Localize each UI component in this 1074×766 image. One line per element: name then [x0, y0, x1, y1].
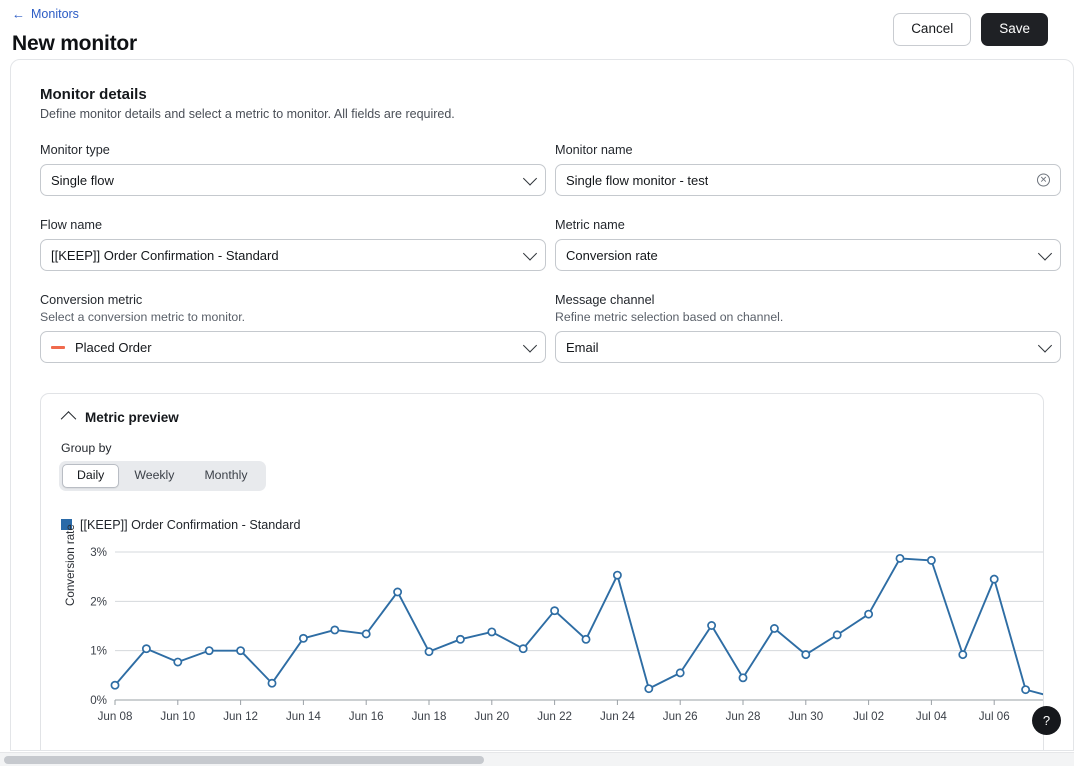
conversion-metric-value: Placed Order: [75, 340, 152, 355]
svg-text:Jun 14: Jun 14: [286, 710, 321, 723]
svg-text:3%: 3%: [90, 546, 107, 559]
field-message-channel: Message channel Refine metric selection …: [555, 293, 1061, 363]
top-actions: Cancel Save: [893, 13, 1048, 46]
field-conversion-metric: Conversion metric Select a conversion me…: [40, 293, 546, 363]
message-channel-value: Email: [566, 340, 599, 355]
chevron-down-icon: [1038, 338, 1052, 352]
svg-text:Jun 12: Jun 12: [223, 710, 258, 723]
monitor-name-input[interactable]: Single flow monitor - test ✕: [555, 164, 1061, 196]
monitor-form: Monitor type Single flow Monitor name Si…: [40, 143, 1055, 385]
field-label-flow-name: Flow name: [40, 218, 546, 232]
field-flow-name: Flow name [[KEEP]] Order Confirmation - …: [40, 218, 546, 271]
cancel-button[interactable]: Cancel: [893, 13, 971, 46]
group-by-label: Group by: [61, 441, 1025, 455]
svg-text:Jun 18: Jun 18: [412, 710, 447, 723]
chart-legend: [[KEEP]] Order Confirmation - Standard: [61, 518, 1025, 532]
field-label-monitor-name: Monitor name: [555, 143, 1061, 157]
legend-label: [[KEEP]] Order Confirmation - Standard: [80, 518, 300, 532]
breadcrumb-monitors-link[interactable]: ← Monitors: [12, 8, 79, 21]
chevron-down-icon: [523, 246, 537, 260]
svg-text:Jul 04: Jul 04: [916, 710, 947, 723]
svg-text:Jun 28: Jun 28: [726, 710, 761, 723]
breadcrumb-label: Monitors: [31, 8, 79, 21]
svg-text:Jun 08: Jun 08: [98, 710, 133, 723]
metric-name-value: Conversion rate: [566, 248, 658, 263]
monitor-type-select[interactable]: Single flow: [40, 164, 546, 196]
svg-text:Jun 10: Jun 10: [160, 710, 195, 723]
conversion-rate-chart: Conversion rate 0%1%2%3%Jun 08Jun 10Jun …: [59, 542, 1025, 738]
chevron-down-icon: [1038, 246, 1052, 260]
field-help-conversion-metric: Select a conversion metric to monitor.: [40, 310, 546, 324]
svg-text:Jun 26: Jun 26: [663, 710, 698, 723]
svg-text:0%: 0%: [90, 694, 107, 707]
monitor-name-value: Single flow monitor - test: [566, 173, 708, 188]
horizontal-scrollbar[interactable]: [0, 752, 1074, 766]
metric-preview-toggle[interactable]: Metric preview: [59, 410, 1025, 425]
chart-canvas: 0% 1% 2% 3% Jun 08 Jun 10 Jun 12 Jun 14 Jun 16 Ju…: [59, 542, 1044, 738]
top-bar: ← Monitors New monitor Cancel Save: [0, 0, 1074, 58]
chevron-down-icon: [523, 171, 537, 185]
svg-text:Jun 16: Jun 16: [349, 710, 384, 723]
monitor-details-card: Monitor details Define monitor details a…: [10, 59, 1074, 751]
chevron-down-icon: [523, 338, 537, 352]
svg-text:Jun 24: Jun 24: [600, 710, 635, 723]
svg-text:Jul 06: Jul 06: [979, 710, 1010, 723]
monitor-type-value: Single flow: [51, 173, 114, 188]
chevron-up-icon: [61, 411, 77, 427]
svg-text:1%: 1%: [90, 645, 107, 658]
flow-name-select[interactable]: [[KEEP]] Order Confirmation - Standard: [40, 239, 546, 271]
metric-name-select[interactable]: Conversion rate: [555, 239, 1061, 271]
field-label-metric-name: Metric name: [555, 218, 1061, 232]
group-by-option-monthly[interactable]: Monthly: [189, 464, 262, 488]
metric-preview-panel: Metric preview Group by Daily Weekly Mon…: [40, 393, 1044, 751]
save-button[interactable]: Save: [981, 13, 1048, 46]
group-by-segmented-control[interactable]: Daily Weekly Monthly: [59, 461, 266, 491]
svg-text:Jun 22: Jun 22: [537, 710, 572, 723]
svg-text:2%: 2%: [90, 595, 107, 608]
scrollbar-thumb[interactable]: [4, 756, 484, 764]
back-arrow-icon: ←: [12, 8, 25, 21]
chart-y-axis-title: Conversion rate: [64, 524, 77, 606]
field-help-message-channel: Refine metric selection based on channel…: [555, 310, 1061, 324]
field-metric-name: Metric name Conversion rate: [555, 218, 1061, 271]
clear-icon[interactable]: ✕: [1037, 174, 1050, 187]
metric-preview-title: Metric preview: [85, 410, 179, 425]
section-subtitle: Define monitor details and select a metr…: [40, 107, 1055, 121]
metric-line-icon: [51, 346, 65, 349]
conversion-metric-select[interactable]: Placed Order: [40, 331, 546, 363]
group-by-option-daily[interactable]: Daily: [62, 464, 119, 488]
message-channel-select[interactable]: Email: [555, 331, 1061, 363]
field-monitor-name: Monitor name Single flow monitor - test …: [555, 143, 1061, 196]
flow-name-value: [[KEEP]] Order Confirmation - Standard: [51, 248, 279, 263]
svg-text:Jul 02: Jul 02: [853, 710, 884, 723]
help-button[interactable]: ?: [1032, 706, 1061, 735]
svg-text:Jun 30: Jun 30: [788, 710, 823, 723]
field-monitor-type: Monitor type Single flow: [40, 143, 546, 196]
section-title: Monitor details: [40, 86, 1055, 103]
field-label-monitor-type: Monitor type: [40, 143, 546, 157]
field-label-conversion-metric: Conversion metric: [40, 293, 546, 307]
field-label-message-channel: Message channel: [555, 293, 1061, 307]
svg-text:Jun 20: Jun 20: [474, 710, 509, 723]
group-by-option-weekly[interactable]: Weekly: [119, 464, 189, 488]
